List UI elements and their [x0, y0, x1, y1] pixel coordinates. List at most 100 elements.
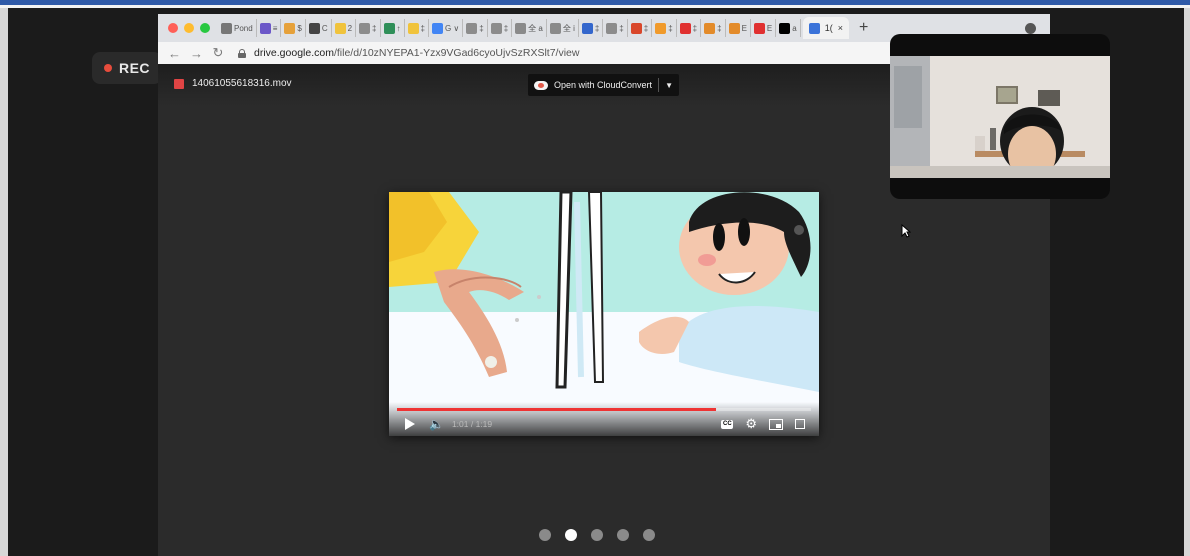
tab-favicon-icon [655, 22, 667, 34]
pinned-tab[interactable]: ≡ [257, 19, 282, 37]
slide-pagination [539, 529, 655, 541]
webcam-overlay[interactable] [890, 34, 1110, 199]
progress-fill [397, 408, 716, 411]
pinned-tab[interactable]: 2 [332, 19, 357, 37]
pinned-tab[interactable]: ‡ [677, 19, 702, 37]
minimize-window-icon[interactable] [184, 23, 194, 33]
pinned-tab[interactable]: $ [281, 19, 306, 37]
pinned-tab-label: ‡ [717, 23, 722, 33]
active-tab[interactable]: 1( × [802, 17, 849, 39]
new-tab-button[interactable]: + [859, 19, 868, 37]
tab-favicon-icon [259, 22, 271, 34]
pinned-tab-label: ≡ [272, 23, 278, 33]
pinned-tabs: Pond ≡ $ C 2 ‡ ↑ ‡ G ∨ ‡ ‡ 全 a 全 i ‡ ‡ ‡ ‡ ‡ ‡ E Ea [218, 19, 801, 37]
video-frame-image [389, 192, 819, 436]
pinned-tab-label: 2 [347, 23, 353, 33]
pinned-tab[interactable]: ‡ [701, 19, 726, 37]
pagination-dot[interactable] [591, 529, 603, 541]
pinned-tab[interactable]: 全 a [512, 19, 547, 37]
tab-favicon-icon [221, 22, 232, 34]
tab-favicon-icon [606, 22, 618, 34]
maximize-window-icon[interactable] [200, 23, 210, 33]
file-name-text: 14061055618316.mov [192, 78, 292, 89]
window-frame-right [1184, 8, 1190, 556]
tab-close-icon[interactable]: × [838, 23, 843, 33]
window-frame-left [0, 8, 8, 556]
chevron-down-icon[interactable]: ▼ [665, 81, 673, 90]
tab-favicon-icon [308, 22, 320, 34]
pagination-dot[interactable] [539, 529, 551, 541]
tab-favicon-icon [490, 22, 502, 34]
pinned-tab-label: ‡ [372, 23, 377, 33]
url-host: drive.google.com [254, 47, 334, 59]
profile-icon[interactable] [1025, 22, 1036, 34]
video-file-icon [174, 78, 184, 89]
volume-icon[interactable]: 🔈 [429, 417, 444, 431]
pinned-tab[interactable]: ‡ [579, 19, 604, 37]
tab-favicon-icon [704, 22, 716, 34]
pinned-tab-label: C [321, 23, 328, 33]
pinned-tab[interactable]: ‡ [603, 19, 628, 37]
pinned-tab-label: ‡ [692, 23, 698, 33]
pinned-tab[interactable]: E [751, 19, 777, 37]
pagination-dot[interactable] [643, 529, 655, 541]
pinned-tab-label: 全 a [528, 23, 543, 33]
tab-favicon-icon [581, 22, 593, 34]
recording-indicator[interactable]: REC [92, 52, 162, 84]
pinned-tab-label: ‡ [643, 23, 649, 33]
settings-icon[interactable]: ⚙ [745, 416, 757, 432]
pagination-dot[interactable] [565, 529, 577, 541]
open-with-label: Open with CloudConvert [554, 80, 653, 90]
video-player[interactable]: 🔈 1:01 / 1:19 CC ⚙ [389, 192, 819, 436]
window-frame-strip [0, 5, 1190, 8]
cc-icon[interactable]: CC [721, 419, 734, 429]
tab-favicon-icon [383, 22, 395, 34]
open-with-button[interactable]: Open with CloudConvert ▼ [528, 74, 679, 96]
active-tab-label: 1( [824, 23, 833, 33]
pinned-tab-label: ‡ [668, 23, 673, 33]
close-window-icon[interactable] [168, 23, 178, 33]
pinned-tab-label: E [741, 23, 747, 33]
pinned-tab[interactable]: ‡ [652, 19, 677, 37]
pinned-tab-label: ‡ [594, 23, 600, 33]
pinned-tab[interactable]: ‡ [488, 19, 513, 37]
time-display: 1:01 / 1:19 [451, 419, 493, 429]
webcam-video-image [890, 56, 1110, 178]
forward-icon[interactable]: → [190, 46, 203, 61]
pinned-tab[interactable]: C [306, 19, 332, 37]
cursor-icon [901, 224, 911, 238]
miniplayer-icon[interactable] [769, 418, 783, 430]
pinned-tab[interactable]: ‡ [405, 19, 429, 37]
pagination-dot[interactable] [617, 529, 629, 541]
pinned-tab[interactable]: ‡ [463, 19, 488, 37]
tab-favicon-icon [431, 22, 443, 34]
tab-favicon-icon [515, 22, 527, 34]
controls-row: 🔈 1:01 / 1:19 CC ⚙ [389, 414, 819, 434]
cloudconvert-icon [534, 80, 548, 90]
file-title: 14061055618316.mov [174, 78, 292, 89]
pinned-tab-label: ‡ [619, 23, 624, 33]
right-controls: CC ⚙ [721, 416, 805, 432]
progress-bar[interactable] [397, 408, 811, 411]
tab-favicon-icon [549, 22, 561, 34]
play-icon[interactable] [405, 418, 415, 430]
tab-favicon-icon [466, 22, 478, 34]
pinned-tab[interactable]: G ∨ [429, 19, 464, 37]
tab-favicon-icon [359, 22, 371, 34]
reload-icon[interactable]: ↻ [212, 45, 224, 61]
pinned-tab-label: G ∨ [444, 23, 460, 33]
tab-favicon-icon [808, 22, 820, 34]
pinned-tab[interactable]: 全 i [547, 19, 579, 37]
pinned-tab[interactable]: ↑ [381, 19, 405, 37]
pinned-tab[interactable]: a [776, 19, 801, 37]
url-field[interactable]: drive.google.com/file/d/10zNYEPA1-Yzx9VG… [238, 47, 579, 59]
pinned-tab[interactable]: E [726, 19, 751, 37]
pinned-tab[interactable]: ‡ [628, 19, 653, 37]
pinned-tab[interactable]: ‡ [356, 19, 381, 37]
pinned-tab-label: ↑ [396, 23, 401, 33]
divider [658, 78, 660, 92]
fullscreen-icon[interactable] [795, 419, 805, 429]
back-icon[interactable]: ← [168, 46, 181, 61]
pinned-tab-label: E [766, 23, 773, 33]
pinned-tab[interactable]: Pond [218, 19, 257, 37]
